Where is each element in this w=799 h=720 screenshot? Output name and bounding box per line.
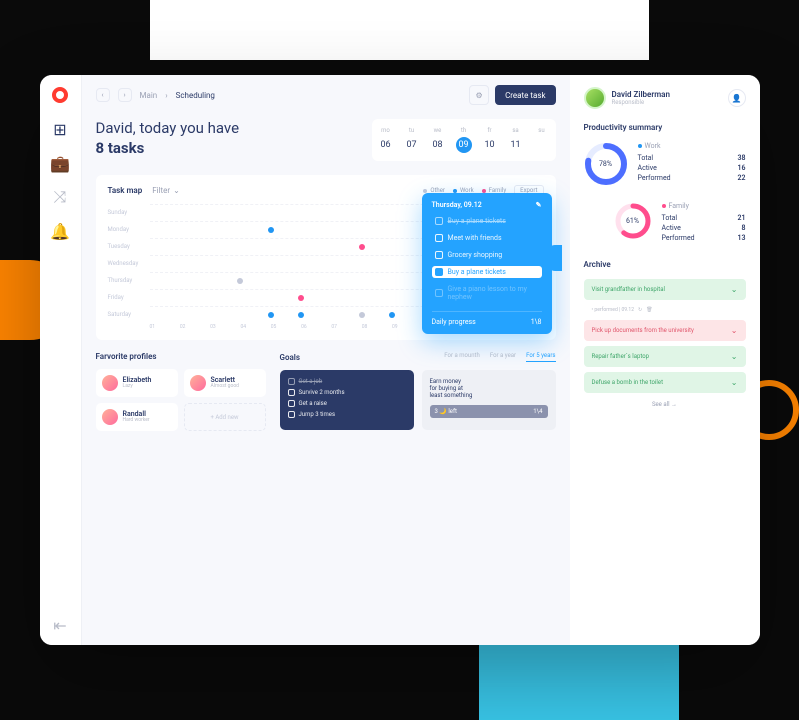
avatar bbox=[102, 409, 118, 425]
archive-item[interactable]: Visit grandfather in hospital⌄ bbox=[584, 279, 746, 300]
productivity-title: Productivity summary bbox=[584, 123, 746, 132]
tab-5years[interactable]: For 5 years bbox=[526, 352, 555, 362]
popup-task[interactable]: Meet with friends bbox=[432, 232, 542, 244]
switch-user-icon[interactable]: 👤 bbox=[728, 89, 746, 107]
favorite-card[interactable]: RandallHard worker bbox=[96, 403, 178, 431]
productivity-work: 78% Work Total38 Active16 Performed22 bbox=[584, 142, 746, 186]
archive-item[interactable]: Pick up documents from the university⌄ bbox=[584, 320, 746, 341]
shuffle-icon[interactable]: ⤨ bbox=[52, 189, 68, 205]
checkbox-icon[interactable] bbox=[288, 411, 295, 418]
delete-icon[interactable]: 🗑 bbox=[646, 307, 652, 313]
favorite-card[interactable]: ElizabethLazy bbox=[96, 369, 178, 397]
day-popup: Thursday, 09.12 ✎ Buy a plane tickets Meet… bbox=[422, 193, 552, 334]
goal-card-next[interactable]: Earn money for buying at least something… bbox=[422, 370, 556, 430]
calendar-day[interactable]: tu07 bbox=[404, 127, 420, 153]
avatar bbox=[190, 375, 206, 391]
chevron-down-icon: ⌄ bbox=[731, 378, 738, 387]
task-dot[interactable] bbox=[268, 227, 274, 233]
checkbox-icon[interactable] bbox=[435, 268, 443, 276]
calendar-day[interactable]: sa11 bbox=[508, 127, 524, 153]
calendar-day[interactable]: mo06 bbox=[378, 127, 394, 153]
taskmap-title: Task map bbox=[108, 186, 143, 195]
main-area: ‹ › Main › Scheduling ⚙ Create task Davi… bbox=[82, 75, 570, 645]
logout-icon[interactable]: ⇤ bbox=[52, 617, 68, 633]
filter-dropdown[interactable]: Filter ⌄ bbox=[152, 186, 180, 195]
user-name: David Zilberman bbox=[612, 91, 670, 99]
edit-icon[interactable]: ✎ bbox=[536, 201, 542, 209]
task-map-card: Task map Filter ⌄ Other Work Family Expo… bbox=[96, 175, 556, 340]
productivity-family: 61% Family Total21 Active8 Performed13 bbox=[584, 202, 746, 244]
checkbox-icon[interactable] bbox=[288, 400, 295, 407]
popup-task[interactable]: Give a piano lesson to my nephew bbox=[432, 283, 542, 303]
nav-forward[interactable]: › bbox=[118, 88, 132, 102]
task-dot[interactable] bbox=[298, 312, 304, 318]
task-dot[interactable] bbox=[359, 312, 365, 318]
sidebar: ⊞ 💼 ⤨ 🔔 ⇤ bbox=[40, 75, 82, 645]
goal-item[interactable]: Get a raise bbox=[288, 400, 406, 407]
calendar-day[interactable]: fr10 bbox=[482, 127, 498, 153]
breadcrumb-main[interactable]: Main bbox=[140, 91, 158, 100]
page-title: David, today you have 8 tasks bbox=[96, 119, 240, 158]
briefcase-icon[interactable]: 💼 bbox=[52, 155, 68, 171]
grid-icon[interactable]: ⊞ bbox=[52, 121, 68, 137]
avatar bbox=[584, 87, 606, 109]
avatar bbox=[102, 375, 118, 391]
nav-back[interactable]: ‹ bbox=[96, 88, 110, 102]
popup-task[interactable]: Buy a plane tickets bbox=[432, 266, 542, 278]
goal-item[interactable]: Get a job bbox=[288, 378, 406, 385]
chevron-down-icon: ⌄ bbox=[731, 285, 738, 294]
topbar: ‹ › Main › Scheduling ⚙ Create task bbox=[96, 85, 556, 105]
calendar-strip: mo06 tu07 we08 th09 fr10 sa11 su bbox=[372, 119, 556, 161]
popup-task[interactable]: Buy a plane tickets bbox=[432, 215, 542, 227]
archive-item[interactable]: Defuse a bomb in the toilet⌄ bbox=[584, 372, 746, 393]
user-role: Responsible bbox=[612, 99, 670, 106]
favorite-card[interactable]: ScarlettAlmost good bbox=[184, 369, 266, 397]
popup-date: Thursday, 09.12 bbox=[432, 201, 482, 209]
calendar-day[interactable]: th09 bbox=[456, 127, 472, 153]
popup-footer-value: 1\8 bbox=[531, 318, 542, 326]
checkbox-icon[interactable] bbox=[435, 251, 443, 259]
right-column: David Zilberman Responsible 👤 Productivi… bbox=[570, 75, 760, 645]
checkbox-icon[interactable] bbox=[435, 217, 443, 225]
expand-handle[interactable] bbox=[548, 245, 562, 271]
task-dot[interactable] bbox=[359, 244, 365, 250]
chevron-down-icon: ⌄ bbox=[731, 326, 738, 335]
goal-card-active[interactable]: Get a job Survive 2 months Get a raise Jump… bbox=[280, 370, 414, 430]
dashboard: ⊞ 💼 ⤨ 🔔 ⇤ ‹ › Main › Scheduling ⚙ Create… bbox=[40, 75, 760, 645]
chevron-down-icon: ⌄ bbox=[731, 352, 738, 361]
bell-icon[interactable]: 🔔 bbox=[52, 223, 68, 239]
favorites-panel: Farvorite profiles ElizabethLazyScarlett… bbox=[96, 352, 266, 431]
create-task-button[interactable]: Create task bbox=[495, 85, 555, 105]
goals-title: Goals bbox=[280, 353, 300, 362]
task-dot[interactable] bbox=[298, 295, 304, 301]
logo-icon bbox=[52, 87, 68, 103]
archive-item[interactable]: Repair father`s laptop⌄ bbox=[584, 346, 746, 367]
checkbox-icon[interactable] bbox=[288, 389, 295, 396]
popup-footer-label: Daily progress bbox=[432, 318, 476, 326]
checkbox-icon[interactable] bbox=[435, 289, 443, 297]
refresh-icon[interactable]: ↻ bbox=[638, 307, 642, 313]
goals-panel: Goals For a mounth For a year For 5 year… bbox=[280, 352, 556, 431]
tab-month[interactable]: For a mounth bbox=[444, 352, 480, 362]
calendar-day[interactable]: su bbox=[534, 127, 550, 153]
task-dot[interactable] bbox=[389, 312, 395, 318]
see-all-link[interactable]: See all → bbox=[584, 401, 746, 408]
breadcrumb-current: Scheduling bbox=[176, 91, 215, 100]
goal-item[interactable]: Jump 3 times bbox=[288, 411, 406, 418]
task-dot[interactable] bbox=[237, 278, 243, 284]
user-profile[interactable]: David Zilberman Responsible 👤 bbox=[584, 87, 746, 109]
checkbox-icon[interactable] bbox=[435, 234, 443, 242]
favorites-title: Farvorite profiles bbox=[96, 352, 266, 361]
checkbox-icon[interactable] bbox=[288, 378, 295, 385]
settings-button[interactable]: ⚙ bbox=[469, 85, 489, 105]
goal-item[interactable]: Survive 2 months bbox=[288, 389, 406, 396]
task-dot[interactable] bbox=[268, 312, 274, 318]
add-favorite-button[interactable]: + Add new bbox=[184, 403, 266, 431]
chevron-down-icon: ⌄ bbox=[173, 186, 180, 195]
tab-year[interactable]: For a year bbox=[490, 352, 516, 362]
calendar-day[interactable]: we08 bbox=[430, 127, 446, 153]
archive-title: Archive bbox=[584, 260, 746, 269]
popup-task[interactable]: Grocery shopping bbox=[432, 249, 542, 261]
